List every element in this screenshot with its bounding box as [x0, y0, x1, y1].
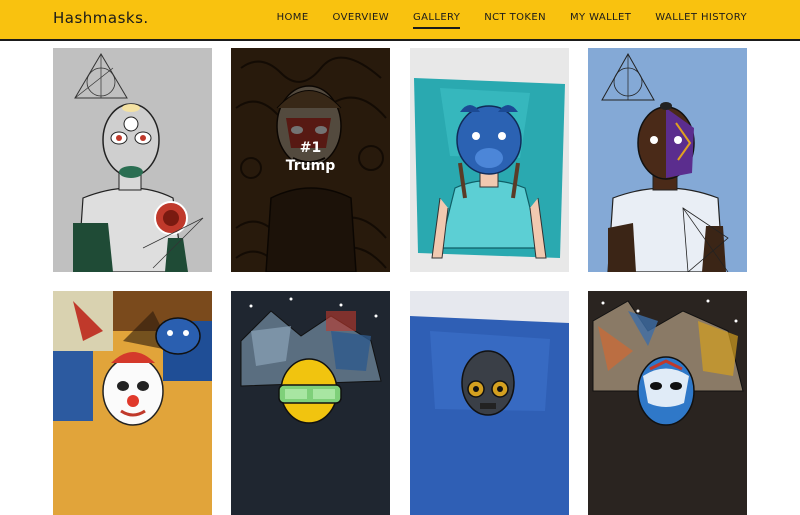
mask-artwork-image: [53, 48, 212, 272]
mask-artwork-image: [588, 291, 747, 515]
mask-number: #1: [299, 140, 322, 156]
gallery-card[interactable]: [588, 48, 747, 272]
nav-my-wallet[interactable]: MY WALLET: [570, 12, 631, 29]
gallery-card[interactable]: [410, 48, 569, 272]
nav-wallet-history[interactable]: WALLET HISTORY: [655, 12, 747, 29]
brand-logo[interactable]: Hashmasks.: [53, 9, 149, 27]
mask-artwork-image: [588, 48, 747, 272]
main-nav: HOME OVERVIEW GALLERY NCT TOKEN MY WALLE…: [277, 12, 747, 29]
gallery-card[interactable]: [231, 291, 390, 515]
mask-artwork-image: [410, 291, 569, 515]
mask-artwork-image: [53, 291, 212, 515]
nav-gallery[interactable]: GALLERY: [413, 12, 461, 29]
gallery-card[interactable]: [53, 48, 212, 272]
mask-artwork-image: [410, 48, 569, 272]
nav-nct-token[interactable]: NCT TOKEN: [484, 12, 546, 29]
nav-overview[interactable]: OVERVIEW: [333, 12, 389, 29]
top-header: Hashmasks. HOME OVERVIEW GALLERY NCT TOK…: [0, 0, 800, 41]
gallery-card[interactable]: [588, 291, 747, 515]
gallery-card[interactable]: [410, 291, 569, 515]
gallery-card[interactable]: [53, 291, 212, 515]
nav-home[interactable]: HOME: [277, 12, 309, 29]
gallery-card-hovered[interactable]: #1 Trump: [231, 48, 390, 272]
mask-artwork-image: [231, 291, 390, 515]
mask-name: Trump: [285, 158, 336, 174]
